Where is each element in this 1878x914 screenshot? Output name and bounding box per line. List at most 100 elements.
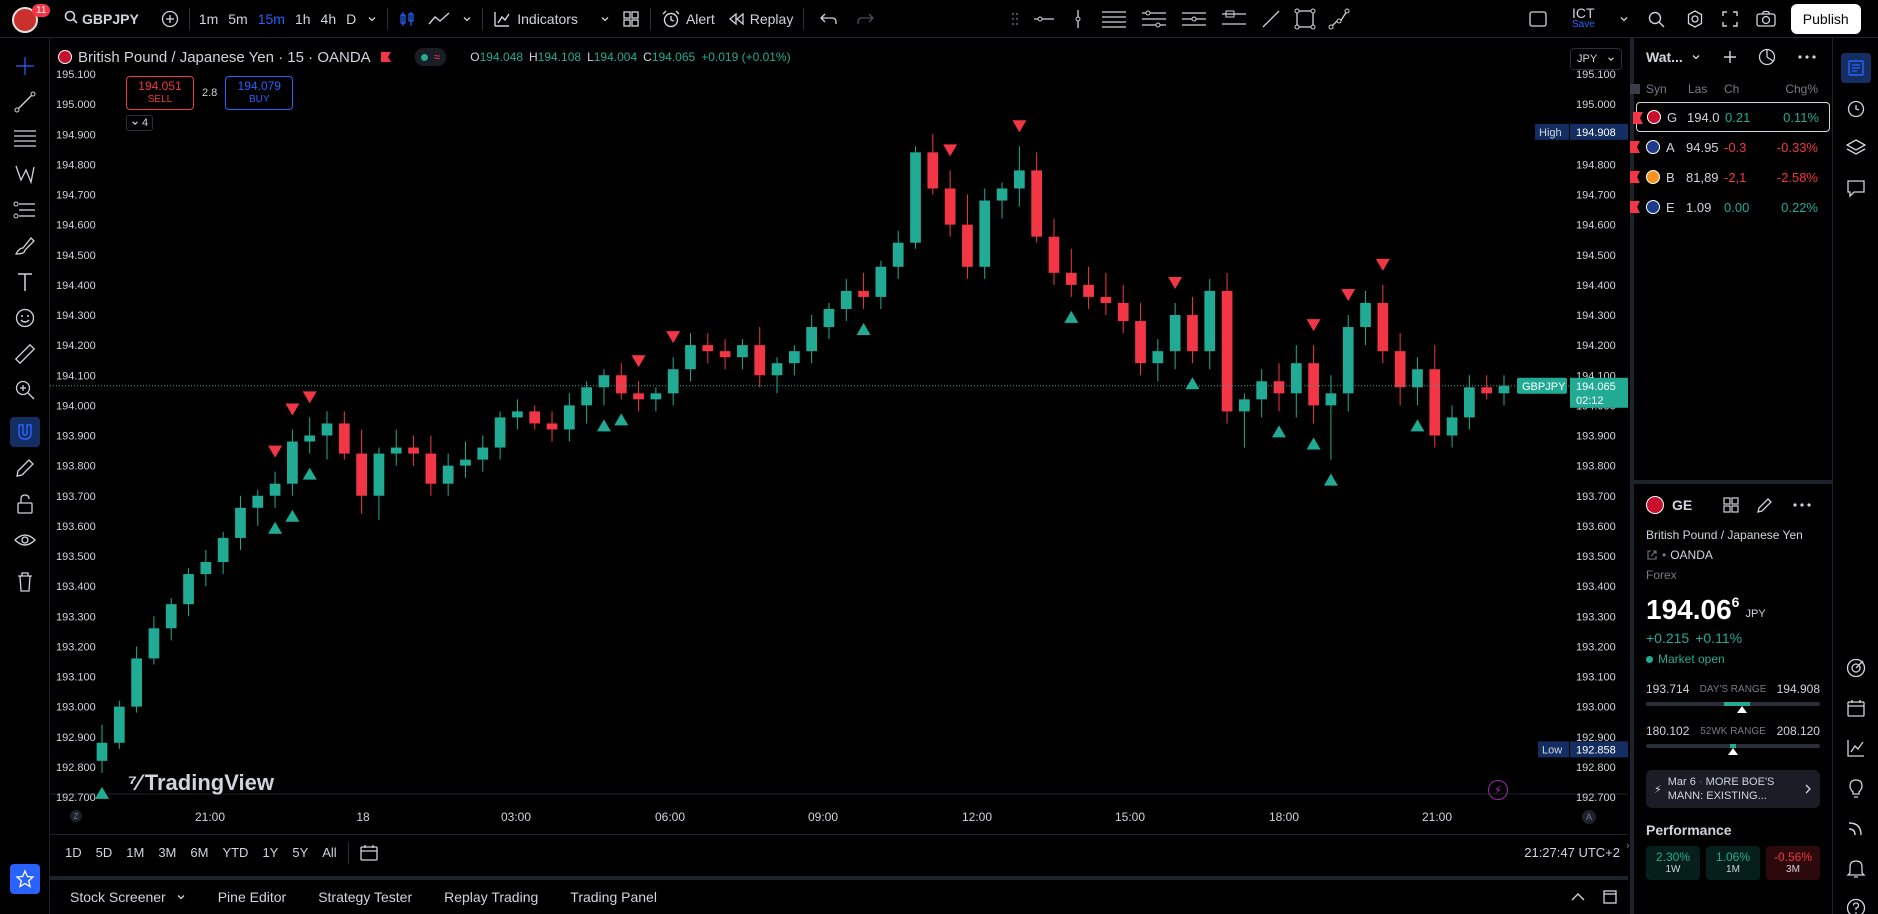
column-change-pct[interactable]: Chg% [1764, 82, 1818, 96]
replay-button[interactable]: Replay [721, 4, 800, 34]
horizontal-ray-icon[interactable] [1026, 4, 1062, 34]
row-flag-icon[interactable] [1630, 171, 1640, 183]
screener-tab[interactable] [1833, 648, 1878, 688]
more-horizontal-icon[interactable] [1792, 502, 1812, 508]
tab-stock-screener[interactable]: Stock Screener [54, 889, 202, 905]
auto-scale-button[interactable]: A [1582, 810, 1596, 824]
market-status-pill[interactable]: ≈ [414, 48, 447, 66]
favorites-button[interactable] [10, 864, 40, 894]
watchlist-chart-icon[interactable] [1757, 47, 1777, 67]
publish-button[interactable]: Publish [1790, 4, 1861, 34]
panel-toggle-icon[interactable]: › [1626, 840, 1630, 852]
pattern-tool[interactable] [0, 156, 50, 192]
range-3m[interactable]: 3M [151, 845, 183, 860]
interval-1m[interactable]: 1m [194, 4, 223, 34]
maximize-icon[interactable] [1602, 889, 1618, 905]
row-flag-icon[interactable] [1630, 201, 1640, 213]
interval-1h[interactable]: 1h [290, 4, 316, 34]
interval-dropdown[interactable] [361, 4, 383, 34]
flag-icon[interactable] [379, 50, 393, 64]
interval-4h[interactable]: 4h [316, 4, 342, 34]
quick-search-button[interactable] [1641, 4, 1673, 34]
magnet-tool[interactable] [0, 414, 50, 450]
layout-dropdown[interactable] [1613, 4, 1635, 34]
range-1d[interactable]: 1D [58, 845, 89, 860]
row-flag-icon[interactable] [1630, 141, 1640, 153]
more-horizontal-icon[interactable] [1797, 54, 1817, 60]
range-6m[interactable]: 6M [183, 845, 215, 860]
rectangle-icon[interactable] [1288, 4, 1322, 34]
tab-pine-editor[interactable]: Pine Editor [202, 889, 302, 905]
line-type-button[interactable] [422, 4, 456, 34]
path-icon[interactable] [1322, 4, 1356, 34]
indicators-collapse-button[interactable]: 4 [126, 115, 154, 131]
details-symbol[interactable]: GE [1672, 497, 1692, 513]
hide-drawings-tool[interactable] [0, 522, 50, 558]
external-link-icon[interactable] [1646, 549, 1658, 561]
measure-tool[interactable] [0, 336, 50, 372]
pine-tab[interactable] [1833, 728, 1878, 768]
text-tool[interactable] [0, 264, 50, 300]
clock[interactable]: 21:27:47 UTC+2 [1524, 845, 1620, 860]
interval-5m[interactable]: 5m [223, 4, 252, 34]
forecast-tool[interactable] [0, 192, 50, 228]
news-card[interactable]: ⚡ Mar 6 · MORE BOE'S MANN: EXISTING... [1646, 770, 1820, 808]
fib-extension-icon[interactable] [1174, 4, 1214, 34]
user-avatar[interactable]: 11 [12, 3, 51, 34]
calendar-tab[interactable] [1833, 688, 1878, 728]
fullscreen-button[interactable] [1715, 4, 1745, 34]
remove-drawings-tool[interactable] [0, 564, 50, 600]
tab-trading-panel[interactable]: Trading Panel [554, 889, 673, 905]
timezone-button[interactable]: Z [70, 810, 82, 822]
tab-replay-trading[interactable]: Replay Trading [428, 889, 554, 905]
lock-drawings-tool[interactable] [0, 486, 50, 522]
crosshair-tool[interactable] [0, 48, 50, 84]
window-layout-button[interactable] [1522, 4, 1554, 34]
range-all[interactable]: All [315, 845, 343, 860]
sell-button[interactable]: 194.051 SELL [126, 76, 194, 110]
plus-icon[interactable] [1721, 48, 1739, 66]
undo-button[interactable] [814, 4, 844, 34]
chevron-down-icon[interactable] [1691, 52, 1701, 62]
watchlist-tab[interactable] [1833, 48, 1878, 88]
watchlist-row[interactable]: E 1.09 0.00 0.22% [1630, 192, 1832, 222]
chevron-down-icon[interactable] [176, 892, 186, 902]
indicators-button[interactable]: Indicators [487, 4, 584, 34]
alerts-tab[interactable] [1833, 88, 1878, 128]
stay-drawing-tool[interactable] [0, 450, 50, 486]
grid-icon[interactable] [1722, 496, 1740, 514]
snapshot-button[interactable] [1749, 4, 1783, 34]
range-5y[interactable]: 5Y [285, 845, 315, 860]
chart-area[interactable]: 195.100 195.100 195.000 195.000 194.900 194.9… [50, 38, 1628, 834]
layout-name-button[interactable]: ICT Save [1572, 6, 1595, 31]
column-symbol[interactable]: Syn [1646, 82, 1688, 96]
drag-handle-icon[interactable] [1004, 4, 1026, 34]
edit-icon[interactable] [1756, 496, 1774, 514]
candles-type-button[interactable] [392, 4, 422, 34]
icon-tool[interactable] [0, 300, 50, 336]
column-change[interactable]: Ch [1724, 82, 1764, 96]
layout-button[interactable] [616, 4, 646, 34]
object-tree-tab[interactable] [1833, 128, 1878, 168]
vertical-line-icon[interactable] [1062, 4, 1094, 34]
settings-button[interactable] [1679, 4, 1711, 34]
watchlist-row[interactable]: A 94.95 -0.3 -0.33% [1630, 132, 1832, 162]
watchlist-row[interactable]: B 81,89 -2,1 -2.58% [1630, 162, 1832, 192]
trend-line-icon[interactable] [1254, 4, 1288, 34]
tab-strategy-tester[interactable]: Strategy Tester [302, 889, 428, 905]
column-last[interactable]: Las [1688, 82, 1724, 96]
buy-button[interactable]: 194.079 BUY [225, 76, 294, 110]
details-exchange[interactable]: OANDA [1670, 548, 1713, 562]
currency-select[interactable]: JPY [1570, 48, 1622, 70]
watchlist-row[interactable]: G 194.0 0.21 0.11% [1633, 102, 1830, 132]
position-tool-icon[interactable] [1214, 4, 1254, 34]
chevron-up-icon[interactable] [1570, 892, 1586, 902]
help-tab[interactable] [1833, 888, 1878, 914]
ideas-tab[interactable] [1833, 768, 1878, 808]
brush-tool[interactable] [0, 228, 50, 264]
notifications-tab[interactable] [1833, 848, 1878, 888]
chart-type-dropdown[interactable] [456, 4, 478, 34]
zoom-tool[interactable] [0, 372, 50, 408]
streams-tab[interactable] [1833, 808, 1878, 848]
indicators-dropdown[interactable] [594, 4, 616, 34]
